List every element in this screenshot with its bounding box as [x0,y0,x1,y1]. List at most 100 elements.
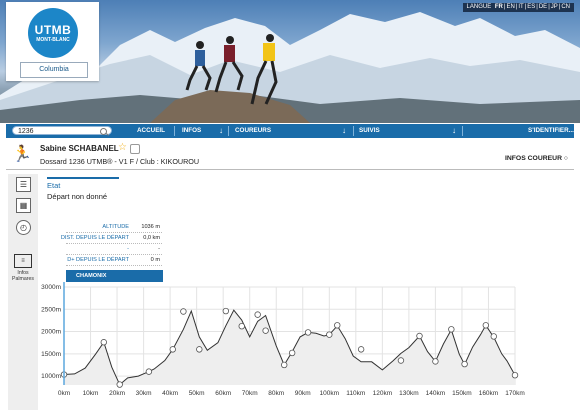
checkpoint-marker [100,339,107,346]
checkpoint-marker [357,346,365,353]
info-row-elevation-gain: D+ DEPUIS LE DÉPART 0 m [66,255,162,266]
info-row-distance: DIST. DEPUIS LE DÉPART 0,0 km [61,233,162,244]
infos-coureur-label: INFOS COUREUR [504,155,562,162]
main-navigation: 1236 ACCUEIL INFOS ↓ COUREURS ↓ SUIVIS ↓… [6,124,574,138]
checkpoint-marker [222,307,230,315]
share-icon[interactable] [130,144,140,154]
checkpoint-marker [334,322,341,329]
palmares-link[interactable]: ≡ Infos Palmares [8,254,38,282]
x-tick-label: 60km [215,390,231,397]
checkpoint-marker [304,329,312,336]
info-row-altitude: ALTITUDE 1036 m [66,222,162,233]
logo-subtext: MONT-BLANC [36,37,70,43]
runner-details: Dossard 1236 UTMB® - V1 F / Club : KIKOU… [40,157,200,166]
info-value: 0,0 km [143,235,160,241]
lang-cn[interactable]: CN [561,4,570,10]
nav-divider [462,126,463,136]
info-key: ALTITUDE [102,224,129,230]
info-key: D+ DEPUIS LE DÉPART [67,257,129,263]
logo-badge: UTMB MONT-BLANC [28,8,78,58]
checkpoint-marker [448,326,455,333]
lang-en[interactable]: EN [506,4,514,10]
side-toolbar: ☰ ▦ ◴ ≡ Infos Palmares [8,174,38,410]
info-value: 1036 m [141,224,160,230]
x-tick-label: 70km [242,390,258,397]
x-tick-label: 140km [426,390,446,397]
id-card-icon: ≡ [14,254,32,268]
search-value: 1236 [18,128,34,135]
search-icon[interactable] [100,128,107,135]
nav-identifier[interactable]: S'IDENTIFIER... [528,124,574,138]
lang-es[interactable]: ES [527,4,535,10]
x-tick-label: 100km [320,390,340,397]
x-tick-label: 80km [268,390,284,397]
checkpoint-marker [280,361,288,369]
x-tick-label: 30km [136,390,152,397]
info-key: - [127,246,129,252]
x-tick-label: 130km [399,390,419,397]
y-tick-label: 1000m [41,373,61,380]
lang-fr[interactable]: FR [495,4,503,10]
info-value: 0 m [150,257,160,263]
runner-icon: 🏃 [12,146,32,163]
status-value: Départ non donné [47,192,108,201]
language-label: LANGUE [466,4,492,10]
y-tick-label: 2500m [41,306,61,313]
lang-jp[interactable]: JP [551,4,558,10]
checkpoint-marker [262,327,269,334]
divider [6,169,574,170]
checkpoint-marker [416,332,423,340]
x-tick-label: 10km [83,390,99,397]
checkpoint-marker [196,346,203,353]
info-row-empty: - - [66,244,162,255]
x-tick-label: 120km [373,390,393,397]
checkpoint-marker [238,323,245,330]
sponsor-logo: Columbia [20,62,88,78]
clock-icon[interactable]: ◴ [16,220,31,235]
lang-it[interactable]: IT [518,4,523,10]
info-key: DIST. DEPUIS LE DÉPART [60,235,129,241]
chevron-down-icon[interactable]: ↓ [452,124,456,138]
location-banner: CHAMONIX [66,270,163,282]
checkpoint-marker [432,358,439,365]
runner-name: Sabine SCHABANEL [40,144,119,153]
logo-text: UTMB [34,23,72,37]
nav-divider [228,126,229,136]
x-tick-label: 150km [452,390,472,397]
lang-de[interactable]: DE [539,4,547,10]
grid-icon[interactable]: ▦ [16,198,31,213]
nav-suivis[interactable]: SUIVIS [359,124,380,138]
nav-accueil[interactable]: ACCUEIL [137,124,165,138]
x-tick-label: 110km [346,390,365,397]
y-tick-label: 1500m [41,351,61,358]
checkpoint-marker [511,371,519,379]
status-label: Etat [47,181,61,190]
elevation-profile-chart[interactable]: 1000m 1500m 2000m 2500m 3000m 0km 10km 20km 30km… [36,282,526,402]
star-icon[interactable]: ☆ [118,142,127,153]
chevron-down-icon[interactable]: ↓ [342,124,346,138]
utmb-logo[interactable]: UTMB MONT-BLANC Columbia [6,2,99,81]
list-icon[interactable]: ☰ [16,177,31,192]
info-value: - [158,246,160,252]
x-tick-label: 90km [295,390,311,397]
nav-divider [353,126,354,136]
nav-coureurs[interactable]: COUREURS [235,124,271,138]
x-tick-label: 160km [479,390,499,397]
checkpoint-marker [288,349,296,357]
position-info-table: ALTITUDE 1036 m DIST. DEPUIS LE DÉPART 0… [61,222,162,277]
search-input[interactable]: 1236 [12,126,112,135]
palmares-label-2: Palmares [12,276,34,282]
checkpoint-marker [397,357,405,364]
infos-coureur-link[interactable]: INFOS COUREUR ○ [505,155,568,162]
x-tick-label: 170km [505,390,525,397]
y-tick-label: 3000m [41,284,61,291]
language-bar: LANGUE FR|EN|IT|ES|DE|JP|CN [462,3,574,12]
chevron-down-icon[interactable]: ↓ [219,124,223,138]
elevation-area [64,310,515,385]
checkpoint-marker [180,308,187,315]
checkpoint-marker [145,368,153,375]
x-tick-label: 40km [162,390,178,397]
nav-infos[interactable]: INFOS [182,124,201,138]
tab-indicator [47,177,119,179]
x-tick-label: 0km [58,390,70,397]
